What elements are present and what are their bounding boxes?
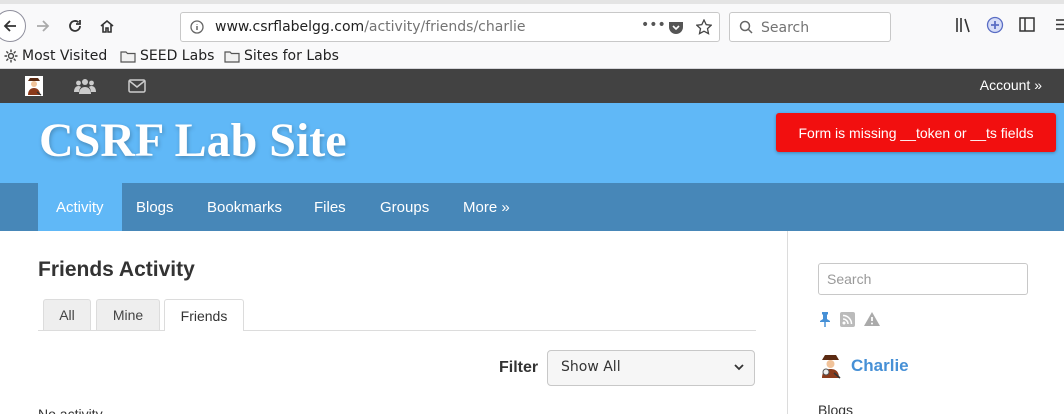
friends-icon[interactable] (74, 78, 96, 94)
owner-block: Charlie (818, 353, 909, 379)
url-path: /activity/friends/charlie (364, 19, 526, 35)
menu-item-bookmarks[interactable]: Bookmarks (189, 183, 300, 231)
error-message[interactable]: Form is missing __token or __ts fields (776, 113, 1056, 152)
filter-select[interactable]: Show All (547, 350, 755, 386)
chevron-down-icon (734, 364, 744, 371)
arrow-left-icon (3, 20, 16, 32)
tab-all[interactable]: All (43, 299, 91, 330)
site-header: CSRF Lab Site Form is missing __token or… (0, 103, 1064, 183)
account-menu[interactable]: Account » (980, 77, 1042, 93)
bookmark-most-visited[interactable]: Most Visited (4, 48, 107, 64)
tab-mine[interactable]: Mine (96, 299, 160, 330)
bookmark-star-icon[interactable] (696, 19, 712, 35)
browser-search-placeholder: Search (761, 20, 810, 36)
site-menu: Activity Blogs Bookmarks Files Groups Mo… (0, 183, 1064, 231)
home-button[interactable] (94, 13, 120, 39)
bookmarks-bar: Most Visited SEED Labs Sites for Labs (0, 44, 1064, 69)
reload-button[interactable] (62, 13, 88, 39)
tab-friends[interactable]: Friends (164, 299, 244, 331)
owner-avatar[interactable] (818, 353, 843, 379)
site-topbar: Account » (0, 69, 1064, 103)
owner-name-link[interactable]: Charlie (851, 356, 909, 376)
menu-icon[interactable] (1056, 17, 1064, 32)
page-actions-icon[interactable]: ••• (641, 17, 666, 33)
gear-icon (4, 49, 18, 63)
url-text: www.csrflabelgg.com/activity/friends/cha… (215, 19, 525, 35)
pin-icon[interactable] (818, 311, 832, 327)
bookmark-label: Most Visited (22, 48, 108, 64)
filter-selected-value: Show All (561, 359, 621, 375)
tabs-divider (38, 330, 756, 331)
bookmark-sites-for-labs[interactable]: Sites for Labs (224, 48, 339, 64)
menu-item-more[interactable]: More » (445, 183, 528, 231)
bookmark-seed-labs[interactable]: SEED Labs (120, 48, 214, 64)
sidebar-toggle-icon[interactable] (1019, 17, 1035, 32)
browser-toolbar: www.csrflabelgg.com/activity/friends/cha… (0, 0, 1064, 44)
search-icon (739, 20, 753, 34)
user-avatar-icon[interactable] (25, 76, 43, 96)
sidebar-search-input[interactable]: Search (818, 263, 1028, 295)
browser-search-bar[interactable]: Search (729, 12, 891, 42)
filter-label: Filter (499, 359, 539, 376)
sidebar-blogs-link[interactable]: Blogs (818, 402, 853, 414)
extension-icon[interactable] (986, 16, 1004, 34)
home-icon (100, 19, 114, 33)
report-warning-icon[interactable] (863, 311, 881, 327)
reload-icon (69, 20, 81, 32)
forward-button[interactable] (30, 13, 56, 39)
page-title: Friends Activity (38, 258, 195, 281)
menu-item-files[interactable]: Files (296, 183, 364, 231)
menu-item-blogs[interactable]: Blogs (118, 183, 192, 231)
folder-icon (224, 50, 240, 63)
menu-item-groups[interactable]: Groups (362, 183, 447, 231)
arrow-right-icon (37, 20, 50, 32)
bookmark-label: SEED Labs (140, 48, 215, 64)
sidebar-search-placeholder: Search (827, 271, 872, 287)
sidebar-icons (818, 311, 881, 327)
info-icon[interactable] (190, 20, 204, 34)
folder-icon (120, 50, 136, 63)
site-title[interactable]: CSRF Lab Site (39, 113, 347, 168)
menu-item-activity[interactable]: Activity (38, 183, 122, 231)
rss-icon[interactable] (840, 311, 855, 327)
url-bar[interactable]: www.csrflabelgg.com/activity/friends/cha… (180, 12, 720, 42)
bookmark-label: Sites for Labs (244, 48, 339, 64)
messages-icon[interactable] (128, 79, 146, 93)
sidebar-divider (787, 231, 788, 414)
pocket-icon[interactable] (668, 20, 684, 35)
back-button[interactable] (0, 10, 26, 42)
empty-activity-text: No activity (38, 406, 103, 414)
library-icon[interactable] (955, 17, 973, 33)
url-host: www.csrflabelgg.com (215, 19, 365, 35)
